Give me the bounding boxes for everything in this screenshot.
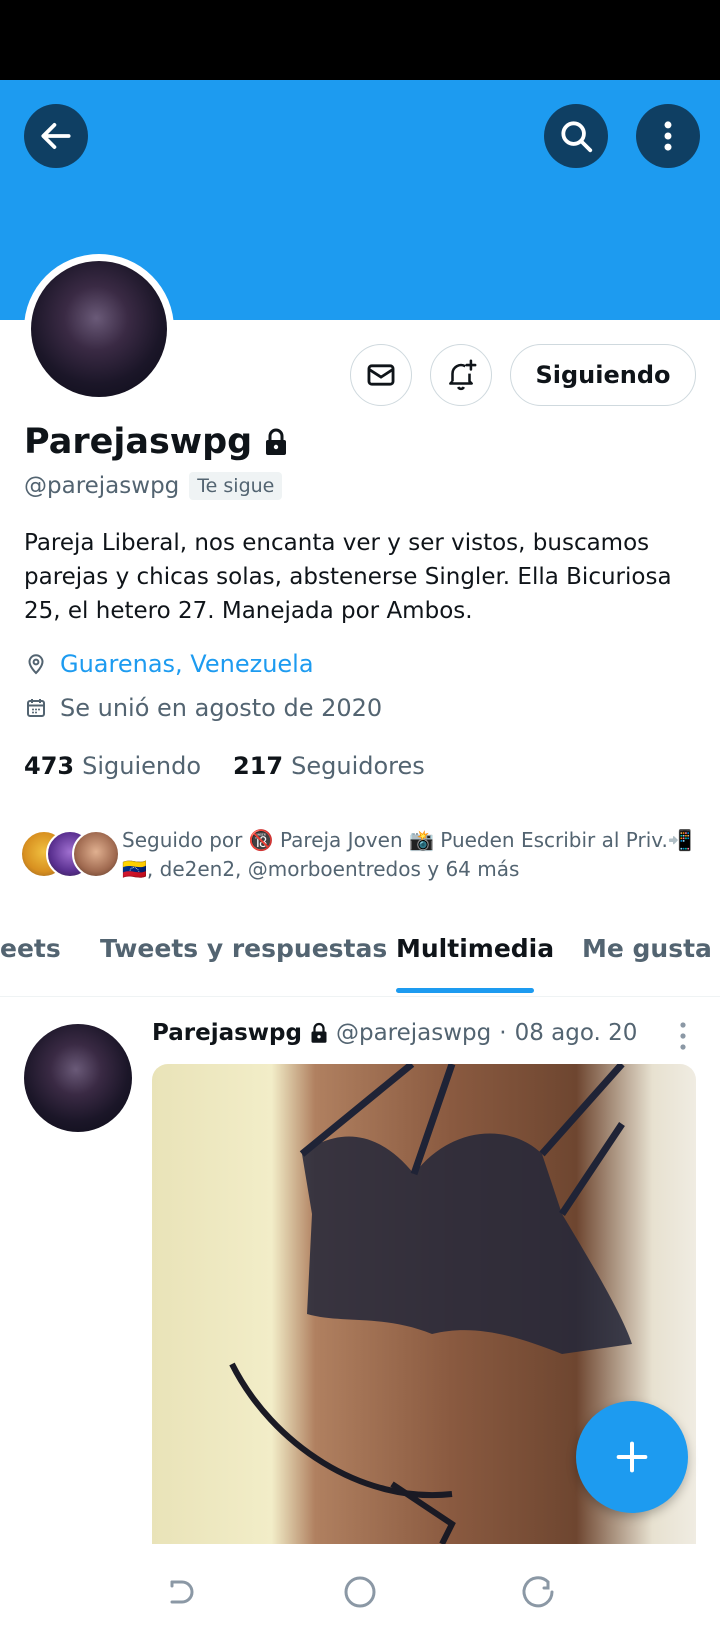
profile-avatar[interactable] bbox=[24, 254, 174, 404]
avatar-photo bbox=[24, 1024, 132, 1132]
followed-by-line1: Seguido por 🔞 Pareja Joven 📸 Pueden Escr… bbox=[122, 828, 693, 852]
tweet-separator: · bbox=[499, 1020, 507, 1046]
joined-date: Se unió en agosto de 2020 bbox=[60, 694, 383, 722]
notifications-button[interactable] bbox=[430, 344, 492, 406]
profile-bio: Pareja Liberal, nos encanta ver y ser vi… bbox=[24, 530, 672, 624]
following-button[interactable]: Siguiendo bbox=[510, 344, 696, 406]
location-row: Guarenas, Venezuela bbox=[24, 650, 314, 678]
more-icon[interactable] bbox=[676, 1018, 690, 1054]
tab-likes[interactable]: Me gusta bbox=[582, 900, 712, 996]
profile-handle: @parejaswpg bbox=[24, 473, 180, 499]
nav-home-icon[interactable] bbox=[336, 1568, 384, 1616]
more-vertical-icon bbox=[664, 121, 672, 151]
compose-button[interactable] bbox=[576, 1401, 688, 1513]
followed-by-line2: 🇻🇪, de2en2, @morboentredos y 64 más bbox=[122, 857, 520, 881]
following-label: Siguiendo bbox=[82, 752, 202, 780]
followers-label: Seguidores bbox=[291, 752, 425, 780]
followers-count: 217 bbox=[233, 752, 284, 780]
location-link[interactable]: Guarenas, Venezuela bbox=[60, 650, 314, 678]
followed-by-text: Seguido por 🔞 Pareja Joven 📸 Pueden Escr… bbox=[122, 826, 700, 884]
more-options-button[interactable] bbox=[636, 104, 700, 168]
tweet-author-handle: @parejaswpg bbox=[335, 1020, 492, 1046]
following-count-link[interactable]: 473 Siguiendo bbox=[24, 752, 201, 780]
plus-icon bbox=[616, 1441, 648, 1473]
bell-plus-icon bbox=[449, 359, 477, 391]
tab-tweets[interactable]: eets bbox=[0, 900, 61, 996]
tweet-author-name[interactable]: Parejaswpg bbox=[152, 1020, 302, 1046]
profile-name: Parejaswpg bbox=[24, 422, 253, 462]
handle-row: @parejaswpg Te sigue bbox=[24, 472, 283, 500]
status-bar bbox=[0, 0, 720, 80]
nav-back-icon[interactable] bbox=[156, 1568, 204, 1616]
avatar-photo bbox=[31, 261, 167, 397]
mail-icon bbox=[367, 364, 395, 386]
tweet-header: Parejaswpg @parejaswpg · 08 ago. 20 bbox=[152, 1020, 637, 1046]
system-nav-bar bbox=[0, 1544, 720, 1640]
tweet-date: 08 ago. 20 bbox=[514, 1020, 638, 1046]
joined-row: Se unió en agosto de 2020 bbox=[24, 694, 382, 722]
followers-count-link[interactable]: 217 Seguidores bbox=[233, 752, 425, 780]
search-icon bbox=[561, 121, 593, 153]
follow-counts: 473 Siguiendo 217 Seguidores bbox=[24, 752, 425, 780]
tab-media[interactable]: Multimedia bbox=[396, 900, 554, 996]
message-button[interactable] bbox=[350, 344, 412, 406]
profile-tabs: eets Tweets y respuestas Multimedia Me g… bbox=[0, 900, 720, 997]
location-pin-icon bbox=[28, 654, 44, 675]
profile-name-row: Parejaswpg bbox=[24, 422, 288, 462]
lock-icon bbox=[266, 428, 287, 455]
lock-icon bbox=[311, 1022, 327, 1043]
followed-by-section[interactable]: Seguido por 🔞 Pareja Joven 📸 Pueden Escr… bbox=[20, 826, 700, 888]
following-count: 473 bbox=[24, 752, 75, 780]
calendar-icon bbox=[27, 699, 45, 717]
nav-recents-icon[interactable] bbox=[516, 1568, 564, 1616]
tweet-avatar[interactable] bbox=[24, 1024, 132, 1132]
follower-avatar bbox=[72, 830, 120, 878]
follows-you-badge: Te sigue bbox=[189, 472, 283, 500]
tab-tweets-replies[interactable]: Tweets y respuestas bbox=[100, 900, 387, 996]
back-button[interactable] bbox=[24, 104, 88, 168]
active-tab-indicator bbox=[396, 988, 534, 993]
back-arrow-icon bbox=[41, 123, 71, 149]
search-button[interactable] bbox=[544, 104, 608, 168]
